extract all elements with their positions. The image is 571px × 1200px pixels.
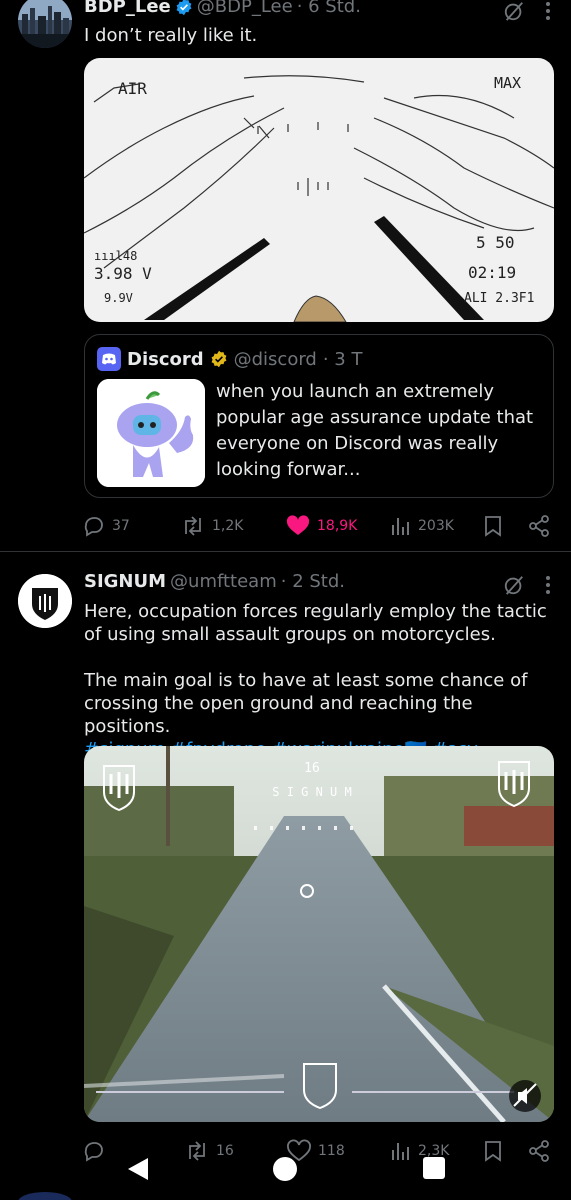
more-icon[interactable] bbox=[545, 1, 551, 21]
sketch-label-voltage2: 9.9V bbox=[104, 291, 133, 305]
quoted-thumbnail bbox=[97, 379, 205, 487]
sketch-label-air: AIR bbox=[118, 79, 147, 98]
tweet-header: SIGNUM @umftteam · 2 Std. bbox=[84, 571, 345, 592]
like-count: 18,9K bbox=[317, 518, 358, 534]
heart-icon bbox=[286, 515, 310, 535]
back-icon[interactable] bbox=[126, 1156, 150, 1182]
tweet-text-paragraph-2: The main goal is to have at least some c… bbox=[84, 670, 528, 737]
grok-icon[interactable] bbox=[503, 0, 525, 22]
repost-button[interactable]: 1,2K bbox=[180, 511, 243, 541]
reply-icon bbox=[84, 517, 103, 537]
like-button[interactable]: 18,9K bbox=[285, 511, 357, 541]
avatar[interactable] bbox=[18, 574, 72, 628]
repost-icon bbox=[185, 516, 201, 536]
quoted-tweet[interactable]: Discord @discord · 3 T when you launch a… bbox=[84, 334, 554, 498]
quoted-text: when you launch an extremely popular age… bbox=[216, 381, 534, 480]
verified-icon bbox=[176, 0, 192, 15]
sketch-label-signal: ıııl48 bbox=[94, 249, 137, 263]
repost-count: 1,2K bbox=[212, 518, 244, 534]
tweet-video[interactable]: 16 S I G N U M bbox=[84, 746, 554, 1122]
verified-gold-icon bbox=[211, 350, 227, 368]
views-button[interactable]: 203K bbox=[390, 511, 454, 541]
home-icon[interactable] bbox=[272, 1156, 298, 1182]
quoted-author-name: Discord bbox=[127, 348, 204, 370]
tweet-header: BDP_Lee @BDP_Lee · 6 Std. bbox=[84, 0, 361, 17]
reply-count: 37 bbox=[112, 518, 130, 534]
sketch-label-alt: ALI 2.3F1 bbox=[464, 291, 534, 306]
recents-icon[interactable] bbox=[422, 1156, 446, 1180]
tweet-image-sketch[interactable]: AIR MAX ıııl48 3.98 V 9.9V 5 50 02:19 AL… bbox=[84, 58, 554, 322]
tweet-actions: 37 1,2K 18,9K 203K bbox=[82, 511, 552, 541]
bookmark-icon bbox=[485, 516, 501, 537]
mute-button[interactable] bbox=[509, 1080, 541, 1112]
tweet-text: Here, occupation forces regularly employ… bbox=[84, 600, 554, 761]
video-overlay-number: 16 bbox=[304, 761, 320, 776]
views-icon bbox=[392, 518, 409, 535]
avatar[interactable] bbox=[18, 0, 72, 48]
bookmark-button[interactable] bbox=[483, 511, 503, 541]
author-handle[interactable]: @umftteam bbox=[170, 571, 277, 592]
video-overlay-brand: S I G N U M bbox=[272, 785, 351, 799]
discord-logo-icon bbox=[97, 347, 121, 371]
grok-icon[interactable] bbox=[503, 574, 525, 596]
share-button[interactable] bbox=[528, 511, 550, 541]
author-handle[interactable]: @BDP_Lee bbox=[197, 0, 293, 17]
tweet-text-paragraph-1: Here, occupation forces regularly employ… bbox=[84, 601, 547, 645]
tweet-divider bbox=[0, 551, 571, 552]
author-name[interactable]: BDP_Lee bbox=[84, 0, 171, 17]
more-icon[interactable] bbox=[545, 575, 551, 595]
sketch-label-timer: 02:19 bbox=[468, 263, 516, 282]
author-name[interactable]: SIGNUM bbox=[84, 571, 166, 592]
post-time: · 2 Std. bbox=[280, 571, 345, 592]
tweet-signum[interactable]: SIGNUM @umftteam · 2 Std. Here, occupati… bbox=[0, 558, 571, 1200]
post-time: · 6 Std. bbox=[296, 0, 361, 17]
reply-button[interactable]: 37 bbox=[82, 511, 130, 541]
system-navigation-bar bbox=[0, 1148, 571, 1188]
tweet-bdp-lee[interactable]: BDP_Lee @BDP_Lee · 6 Std. I don’t really… bbox=[0, 0, 571, 548]
views-count: 203K bbox=[418, 518, 454, 534]
sketch-label-speed: 5 50 bbox=[476, 233, 515, 252]
tweet-text: I don’t really like it. bbox=[84, 25, 258, 46]
share-icon bbox=[529, 515, 549, 537]
quoted-author-handle: @discord bbox=[233, 348, 317, 370]
sketch-label-max: MAX bbox=[494, 74, 521, 92]
quoted-post-time: · 3 T bbox=[322, 348, 363, 370]
sketch-label-voltage: 3.98 V bbox=[94, 264, 152, 283]
